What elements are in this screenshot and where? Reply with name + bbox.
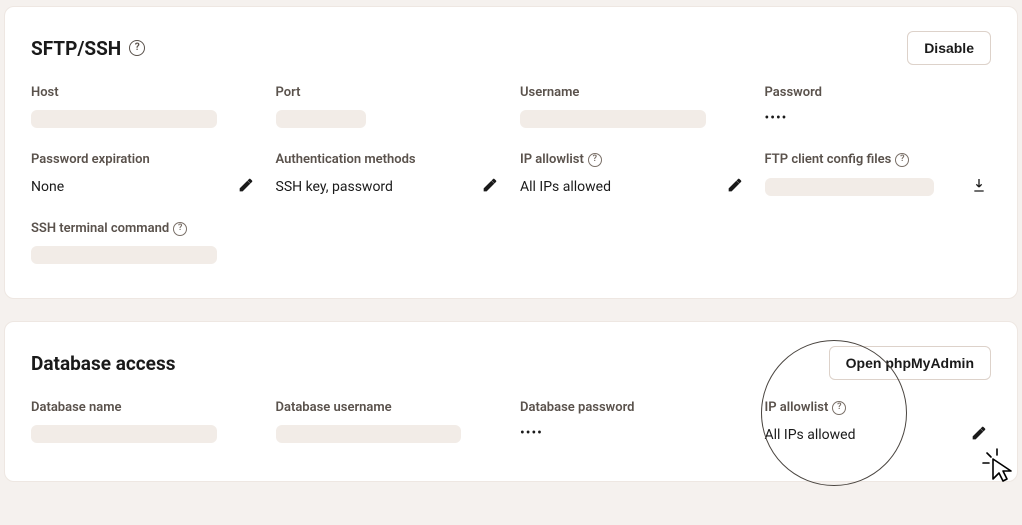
db-password-value: •••• xyxy=(520,425,747,441)
help-icon[interactable]: ? xyxy=(588,153,602,167)
disable-button[interactable]: Disable xyxy=(907,31,991,65)
ftp-config-placeholder xyxy=(765,178,934,196)
ip-allowlist-label: IP allowlist ? xyxy=(520,152,747,167)
sftp-ssh-card: SFTP/SSH ? Disable Host Port Username Pa… xyxy=(4,6,1018,299)
help-icon[interactable]: ? xyxy=(895,153,909,167)
field-ssh-command: SSH terminal command ? xyxy=(31,221,258,264)
auth-methods-label: Authentication methods xyxy=(276,152,503,167)
title-text: Database access xyxy=(31,352,175,375)
ip-allowlist-label-text: IP allowlist xyxy=(520,152,584,167)
auth-methods-value: SSH key, password xyxy=(276,179,393,195)
edit-icon[interactable] xyxy=(971,425,987,445)
field-db-ip-allowlist: IP allowlist ? All IPs allowed xyxy=(765,400,992,445)
ftp-config-label: FTP client config files ? xyxy=(765,152,992,167)
password-value: •••• xyxy=(765,110,992,126)
cursor-arrow-annotation xyxy=(979,445,1019,485)
db-password-label: Database password xyxy=(520,400,747,415)
card-header: Database access Open phpMyAdmin xyxy=(31,346,991,380)
field-password-expiration: Password expiration None xyxy=(31,152,258,197)
db-ip-allowlist-value: All IPs allowed xyxy=(765,427,856,443)
field-db-username: Database username xyxy=(276,400,503,445)
ftp-config-label-text: FTP client config files xyxy=(765,152,892,167)
ssh-cmd-label-text: SSH terminal command xyxy=(31,221,169,236)
edit-icon[interactable] xyxy=(727,177,743,197)
db-name-label: Database name xyxy=(31,400,258,415)
db-ip-allowlist-value-row: All IPs allowed xyxy=(765,425,992,445)
db-ip-allowlist-label: IP allowlist ? xyxy=(765,400,992,415)
edit-icon[interactable] xyxy=(238,177,254,197)
help-icon[interactable]: ? xyxy=(129,40,145,56)
host-label: Host xyxy=(31,85,258,100)
title-text: SFTP/SSH xyxy=(31,37,121,60)
field-port: Port xyxy=(276,85,503,128)
db-username-label: Database username xyxy=(276,400,503,415)
field-username: Username xyxy=(520,85,747,128)
database-access-card: Database access Open phpMyAdmin Database… xyxy=(4,321,1018,482)
sftp-title: SFTP/SSH ? xyxy=(31,37,145,60)
open-phpmyadmin-button[interactable]: Open phpMyAdmin xyxy=(829,346,991,380)
port-value-placeholder xyxy=(276,110,367,128)
db-fields-grid: Database name Database username Database… xyxy=(31,400,991,445)
host-value-placeholder xyxy=(31,110,217,128)
password-label: Password xyxy=(765,85,992,100)
field-ip-allowlist: IP allowlist ? All IPs allowed xyxy=(520,152,747,197)
edit-icon[interactable] xyxy=(482,177,498,197)
field-password: Password •••• xyxy=(765,85,992,128)
download-icon[interactable] xyxy=(971,177,987,197)
username-value-placeholder xyxy=(520,110,706,128)
sftp-fields-grid: Host Port Username Password •••• Passwor… xyxy=(31,85,991,264)
field-db-name: Database name xyxy=(31,400,258,445)
field-host: Host xyxy=(31,85,258,128)
port-label: Port xyxy=(276,85,503,100)
db-username-placeholder xyxy=(276,425,462,443)
ssh-cmd-label: SSH terminal command ? xyxy=(31,221,258,236)
ftp-config-value-row xyxy=(765,177,992,197)
ip-allowlist-value: All IPs allowed xyxy=(520,179,611,195)
help-icon[interactable]: ? xyxy=(173,222,187,236)
field-ftp-config: FTP client config files ? xyxy=(765,152,992,197)
ip-allowlist-value-row: All IPs allowed xyxy=(520,177,747,197)
password-exp-value: None xyxy=(31,179,64,195)
help-icon[interactable]: ? xyxy=(832,401,846,415)
auth-methods-value-row: SSH key, password xyxy=(276,177,503,197)
db-name-placeholder xyxy=(31,425,217,443)
field-auth-methods: Authentication methods SSH key, password xyxy=(276,152,503,197)
card-header: SFTP/SSH ? Disable xyxy=(31,31,991,65)
username-label: Username xyxy=(520,85,747,100)
field-db-password: Database password •••• xyxy=(520,400,747,445)
password-exp-value-row: None xyxy=(31,177,258,197)
password-exp-label: Password expiration xyxy=(31,152,258,167)
ssh-cmd-placeholder xyxy=(31,246,217,264)
db-ip-allowlist-label-text: IP allowlist xyxy=(765,400,829,415)
db-title: Database access xyxy=(31,352,175,375)
